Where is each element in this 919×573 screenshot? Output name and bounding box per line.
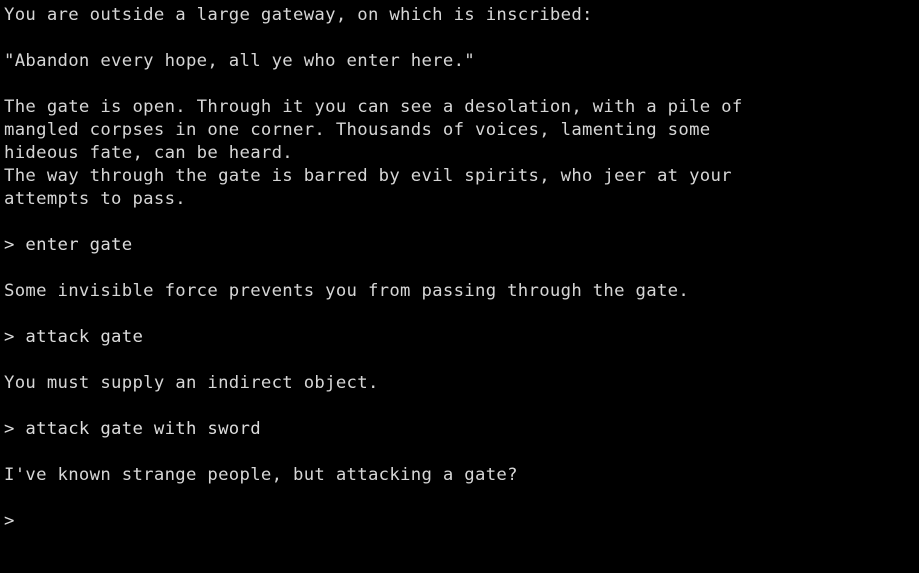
narration-line: The gate is open. Through it you can see… — [4, 97, 743, 117]
narration-line: mangled corpses in one corner. Thousands… — [4, 120, 711, 140]
narration-line: attempts to pass. — [4, 189, 186, 209]
response-line: You must supply an indirect object. — [4, 373, 379, 393]
terminal-output-pane[interactable]: You are outside a large gateway, on whic… — [0, 0, 919, 573]
response-line: Some invisible force prevents you from p… — [4, 281, 690, 301]
narration-line: hideous fate, can be heard. — [4, 143, 294, 163]
command-line: > attack gate — [4, 327, 144, 347]
narration-line: The way through the gate is barred by ev… — [4, 166, 732, 186]
narration-line: "Abandon every hope, all ye who enter he… — [4, 51, 475, 71]
response-line: I've known strange people, but attacking… — [4, 465, 518, 485]
command-line: > enter gate — [4, 235, 133, 255]
narration-line: You are outside a large gateway, on whic… — [4, 5, 593, 25]
command-line: > attack gate with sword — [4, 419, 261, 439]
prompt-line: > — [4, 511, 15, 531]
